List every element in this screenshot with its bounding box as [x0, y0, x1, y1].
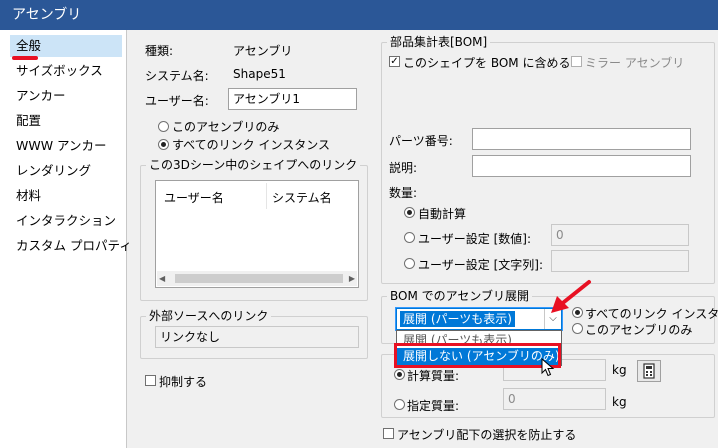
radio-all-link-instances[interactable] [158, 139, 169, 150]
calc-mass-unit: kg [612, 363, 627, 377]
sidebar-item-interaction[interactable]: インタラクション [10, 210, 122, 232]
part-number-label: パーツ番号: [389, 134, 453, 148]
calculator-icon [643, 363, 655, 379]
radio-auto-calc[interactable] [404, 207, 415, 218]
scroll-left-icon[interactable]: ◀ [159, 272, 165, 285]
type-value: アセンブリ [233, 44, 293, 58]
system-name-label: システム名: [145, 69, 209, 83]
links-list[interactable]: ユーザー名 システム名 ◀ ▶ [155, 180, 359, 288]
external-links-group-title: 外部ソースへのリンク [146, 309, 272, 323]
description-label: 説明: [389, 161, 418, 175]
column-header-user-name[interactable]: ユーザー名 [164, 189, 224, 206]
include-in-bom-checkbox[interactable]: ✓ [389, 56, 400, 67]
radio-user-text[interactable] [404, 258, 415, 269]
suppress-label: 抑制する [159, 375, 208, 389]
specified-mass-unit: kg [612, 395, 627, 409]
suppress-checkbox[interactable] [145, 375, 156, 386]
user-numeric-field[interactable]: 0 [551, 224, 689, 246]
radio-specified-mass[interactable] [394, 399, 405, 410]
mirror-assembly-checkbox[interactable] [571, 56, 582, 67]
bom-group-title: 部品集計表[BOM] [387, 35, 491, 49]
user-text-field[interactable] [551, 250, 689, 272]
radio-user-numeric-label: ユーザー設定 [数値]: [418, 232, 531, 246]
type-label: 種類: [145, 44, 174, 58]
bom-expand-combo[interactable]: 展開 (パーツも表示) ⌵ [395, 307, 563, 331]
radio-user-text-label: ユーザー設定 [文字列]: [418, 258, 543, 272]
links-group-title: この3Dシーン中のシェイプへのリンク [146, 158, 361, 172]
mouse-cursor-icon [541, 358, 555, 377]
radio-expand-this-only-label: このアセンブリのみ [585, 323, 693, 337]
selection-underline-marker [12, 56, 38, 60]
column-divider [266, 183, 267, 209]
sidebar-item-sizebox[interactable]: サイズボックス [10, 60, 122, 82]
specified-mass-label: 指定質量: [407, 399, 460, 413]
sidebar-item-rendering[interactable]: レンダリング [10, 160, 122, 182]
sidebar-item-general[interactable]: 全般 [10, 35, 122, 57]
include-in-bom-label: このシェイプを BOM に含める [403, 56, 571, 70]
radio-auto-calc-label: 自動計算 [418, 207, 467, 221]
specified-mass-field[interactable]: 0 [503, 388, 606, 410]
sidebar-item-anchor[interactable]: アンカー [10, 85, 122, 107]
horizontal-scrollbar[interactable]: ◀ ▶ [157, 271, 357, 286]
prevent-selection-checkbox[interactable] [383, 428, 394, 439]
red-arrow-icon [551, 280, 591, 313]
user-name-label: ユーザー名: [145, 94, 209, 108]
external-links-value: リンクなし [155, 326, 359, 348]
radio-this-assembly-only-label: このアセンブリのみ [172, 120, 280, 134]
prevent-selection-label: アセンブリ配下の選択を防止する [397, 428, 577, 442]
radio-calc-mass[interactable] [394, 369, 405, 380]
description-field[interactable] [472, 155, 691, 177]
scrollbar-thumb[interactable] [175, 274, 343, 283]
system-name-value: Shape51 [233, 67, 286, 81]
sidebar-item-www-anchor[interactable]: WWW アンカー [10, 135, 122, 157]
calc-mass-label: 計算質量: [407, 369, 460, 383]
highlight-box [394, 343, 561, 368]
radio-expand-this-only[interactable] [572, 323, 583, 334]
user-name-field[interactable]: アセンブリ1 [228, 88, 357, 110]
window-title: アセンブリ [0, 0, 718, 30]
sidebar-item-material[interactable]: 材料 [10, 185, 122, 207]
sidebar: 全般 サイズボックス アンカー 配置 WWW アンカー レンダリング 材料 イン… [0, 30, 132, 448]
sidebar-item-custom-properties[interactable]: カスタム プロパティ [10, 235, 132, 257]
column-header-system-name[interactable]: システム名 [272, 189, 332, 206]
sidebar-item-placement[interactable]: 配置 [10, 110, 122, 132]
radio-all-link-instances-label: すべてのリンク インスタンス [172, 138, 331, 152]
radio-this-assembly-only[interactable] [158, 121, 169, 132]
calculate-mass-button[interactable] [637, 360, 661, 382]
bom-expand-group-title: BOM でのアセンブリ展開 [387, 289, 533, 303]
bom-expand-combo-value: 展開 (パーツも表示) [400, 311, 515, 327]
radio-user-numeric[interactable] [404, 232, 415, 243]
scroll-right-icon[interactable]: ▶ [349, 272, 355, 285]
radio-expand-all-link-instances-label: すべてのリンク インスタンス [585, 307, 718, 321]
mirror-assembly-label: ミラー アセンブリ [585, 56, 685, 70]
quantity-label: 数量: [389, 186, 418, 200]
part-number-field[interactable] [472, 128, 691, 150]
